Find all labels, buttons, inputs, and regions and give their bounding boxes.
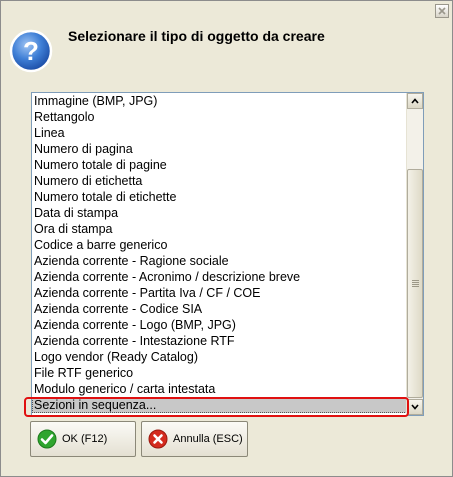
- scroll-up-button[interactable]: [407, 93, 423, 109]
- list-item[interactable]: Azienda corrente - Partita Iva / CF / CO…: [32, 285, 407, 301]
- list-item[interactable]: File RTF generico: [32, 365, 407, 381]
- list-item[interactable]: Numero totale di pagine: [32, 157, 407, 173]
- cancel-button[interactable]: Annulla (ESC): [141, 421, 248, 457]
- list-item[interactable]: Codice a barre generico: [32, 237, 407, 253]
- list-item[interactable]: Ora di stampa: [32, 221, 407, 237]
- list-item[interactable]: Azienda corrente - Acronimo / descrizion…: [32, 269, 407, 285]
- list-item[interactable]: Modulo generico / carta intestata: [32, 381, 407, 397]
- list-item-selected[interactable]: Sezioni in sequenza...: [32, 397, 407, 413]
- chevron-down-icon: [411, 404, 419, 410]
- question-icon: ?: [9, 29, 53, 73]
- scroll-down-button[interactable]: [407, 399, 423, 415]
- list-item[interactable]: Azienda corrente - Intestazione RTF: [32, 333, 407, 349]
- scroll-thumb[interactable]: [407, 169, 423, 398]
- list-item[interactable]: Data di stampa: [32, 205, 407, 221]
- list-item[interactable]: Numero di pagina: [32, 141, 407, 157]
- list-items: Immagine (BMP, JPG) Rettangolo Linea Numero…: [32, 93, 407, 415]
- list-item[interactable]: Logo vendor (Ready Catalog): [32, 349, 407, 365]
- dialog-title: Selezionare il tipo di oggetto da creare: [68, 28, 325, 44]
- checkmark-icon: [37, 429, 57, 449]
- list-item[interactable]: Numero totale di etichette: [32, 189, 407, 205]
- list-item[interactable]: Azienda corrente - Logo (BMP, JPG): [32, 317, 407, 333]
- list-item[interactable]: Azienda corrente - Ragione sociale: [32, 253, 407, 269]
- ok-button[interactable]: OK (F12): [30, 421, 136, 457]
- ok-button-label: OK (F12): [62, 433, 108, 445]
- cancel-button-label: Annulla (ESC): [173, 433, 243, 445]
- list-item[interactable]: Azienda corrente - Codice SIA: [32, 301, 407, 317]
- close-icon: [438, 7, 446, 15]
- title-bar: [1, 1, 452, 21]
- list-item[interactable]: Rettangolo: [32, 109, 407, 125]
- list-item[interactable]: Numero di etichetta: [32, 173, 407, 189]
- vertical-scrollbar[interactable]: [406, 93, 423, 415]
- svg-text:?: ?: [23, 36, 39, 66]
- chevron-up-icon: [411, 98, 419, 104]
- dialog-window: ? Selezionare il tipo di oggetto da crea…: [0, 0, 453, 477]
- cancel-x-icon: [148, 429, 168, 449]
- list-item[interactable]: Linea: [32, 125, 407, 141]
- close-button[interactable]: [435, 4, 449, 18]
- object-type-list[interactable]: Immagine (BMP, JPG) Rettangolo Linea Numero…: [31, 92, 424, 416]
- list-item[interactable]: Immagine (BMP, JPG): [32, 93, 407, 109]
